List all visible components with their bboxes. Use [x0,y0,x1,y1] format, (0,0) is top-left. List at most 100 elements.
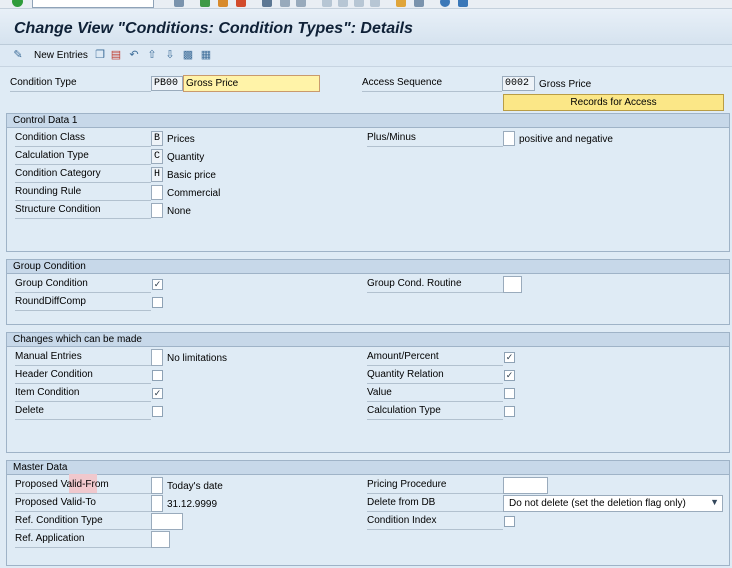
save-icon[interactable] [174,0,184,7]
cancel-icon[interactable] [236,0,246,7]
records-for-access-button[interactable]: Records for Access [503,94,724,111]
copy-as-icon[interactable]: ❐ [94,49,106,62]
group-cond-routine-label: Group Cond. Routine [367,278,503,293]
condition-index-label: Condition Index [367,515,503,530]
condition-category-field[interactable]: H [151,167,163,182]
condition-category-text: Basic price [167,170,216,181]
proposed-valid-from-text: Today's date [167,481,223,492]
create-session-icon[interactable] [396,0,406,7]
group-condition-section: Group Condition Group Condition ✓ RoundD… [6,259,730,325]
previous-entry-icon[interactable]: ⇧ [146,49,158,62]
delete-from-db-label: Delete from DB [367,497,503,512]
control-data-title: Control Data 1 [7,114,729,128]
delete-from-db-value: Do not delete (set the deletion flag onl… [509,498,686,509]
next-entry-icon[interactable]: ⇩ [164,49,176,62]
control-data-section: Control Data 1 Condition Class B Prices … [6,113,730,252]
rounding-rule-field[interactable] [151,185,163,200]
system-toolbar [0,0,732,9]
application-toolbar: ✎ New Entries ❐ ▤ ↶ ⇧ ⇩ ▩ ▦ [0,45,732,67]
quantity-relation-checkbox[interactable]: ✓ [504,370,515,381]
ref-application-label: Ref. Application [15,533,151,548]
condition-class-text: Prices [167,134,195,145]
condition-type-name[interactable]: Gross Price [183,75,320,92]
find-icon[interactable] [280,0,290,7]
amount-percent-label: Amount/Percent [367,351,503,366]
calculation-type-field[interactable]: C [151,149,163,164]
proposed-valid-to-field[interactable] [151,495,163,512]
round-diff-comp-checkbox[interactable] [152,297,163,308]
group-cond-routine-field[interactable] [503,276,522,293]
pricing-procedure-field[interactable] [503,477,548,494]
access-sequence-code[interactable]: 0002 [502,76,535,91]
last-page-icon[interactable] [370,0,380,7]
condition-class-label: Condition Class [15,132,151,147]
condition-class-field[interactable]: B [151,131,163,146]
delete-label: Delete [15,405,151,420]
access-sequence-label: Access Sequence [362,77,502,92]
group-condition-label: Group Condition [15,278,151,293]
condition-category-label: Condition Category [15,168,151,183]
round-diff-comp-label: RoundDiffComp [15,296,151,311]
header-condition-label: Header Condition [15,369,151,384]
calculation-type-label: Calculation Type [15,150,151,165]
proposed-valid-from-field[interactable] [151,477,163,494]
ref-condition-type-label: Ref. Condition Type [15,515,151,530]
previous-page-icon[interactable] [338,0,348,7]
proposed-valid-to-text: 31.12.9999 [167,499,218,510]
chevron-down-icon[interactable]: ▼ [710,497,719,507]
group-condition-title: Group Condition [7,260,729,274]
plus-minus-field[interactable] [503,131,515,146]
structure-condition-field[interactable] [151,203,163,218]
access-sequence-name: Gross Price [539,79,592,90]
enter-icon[interactable] [12,0,23,7]
undo-change-icon[interactable]: ↶ [128,49,140,62]
pricing-procedure-label: Pricing Procedure [367,479,503,494]
exit-icon[interactable] [218,0,228,7]
first-page-icon[interactable] [322,0,332,7]
master-data-title: Master Data [7,461,729,475]
item-condition-label: Item Condition [15,387,151,402]
changes-title: Changes which can be made [7,333,729,347]
help-icon[interactable] [440,0,450,7]
delete-icon[interactable]: ▤ [110,49,122,62]
ref-application-field[interactable] [151,531,170,548]
proposed-valid-to-label: Proposed Valid-To [15,497,151,512]
manual-entries-field[interactable] [151,349,163,366]
shortcut-icon[interactable] [414,0,424,7]
header-fields: Condition Type PB00 Gross Price Access S… [6,73,728,113]
changes-section: Changes which can be made Manual Entries… [6,332,730,453]
delete-from-db-select[interactable]: Do not delete (set the deletion flag onl… [503,495,723,512]
page-title: Change View "Conditions: Condition Types… [14,20,413,37]
item-condition-checkbox[interactable]: ✓ [152,388,163,399]
print-icon[interactable] [262,0,272,7]
condition-type-code[interactable]: PB00 [151,76,183,91]
master-data-section: Master Data Proposed Valid-From Today's … [6,460,730,566]
calculation-type-text: Quantity [167,152,205,163]
next-page-icon[interactable] [354,0,364,7]
group-condition-checkbox[interactable]: ✓ [152,279,163,290]
display-change-icon[interactable]: ✎ [12,49,24,62]
find-next-icon[interactable] [296,0,306,7]
customize-layout-icon[interactable] [458,0,468,7]
amount-percent-checkbox[interactable]: ✓ [504,352,515,363]
details-icon[interactable]: ▦ [200,49,212,62]
new-entries-button[interactable]: New Entries [34,50,88,61]
condition-index-checkbox[interactable] [504,516,515,527]
other-entry-icon[interactable]: ▩ [182,49,194,62]
delete-checkbox[interactable] [152,406,163,417]
back-icon[interactable] [200,0,210,7]
rounding-rule-label: Rounding Rule [15,186,151,201]
quantity-relation-label: Quantity Relation [367,369,503,384]
rounding-rule-text: Commercial [167,188,221,199]
manual-entries-label: Manual Entries [15,351,151,366]
change-calculation-type-checkbox[interactable] [504,406,515,417]
ref-condition-type-field[interactable] [151,513,183,530]
structure-condition-label: Structure Condition [15,204,151,219]
plus-minus-label: Plus/Minus [367,132,503,147]
header-condition-checkbox[interactable] [152,370,163,381]
title-bar: Change View "Conditions: Condition Types… [0,9,732,45]
value-checkbox[interactable] [504,388,515,399]
change-calculation-type-label: Calculation Type [367,405,503,420]
command-field[interactable] [32,0,154,8]
value-label: Value [367,387,503,402]
